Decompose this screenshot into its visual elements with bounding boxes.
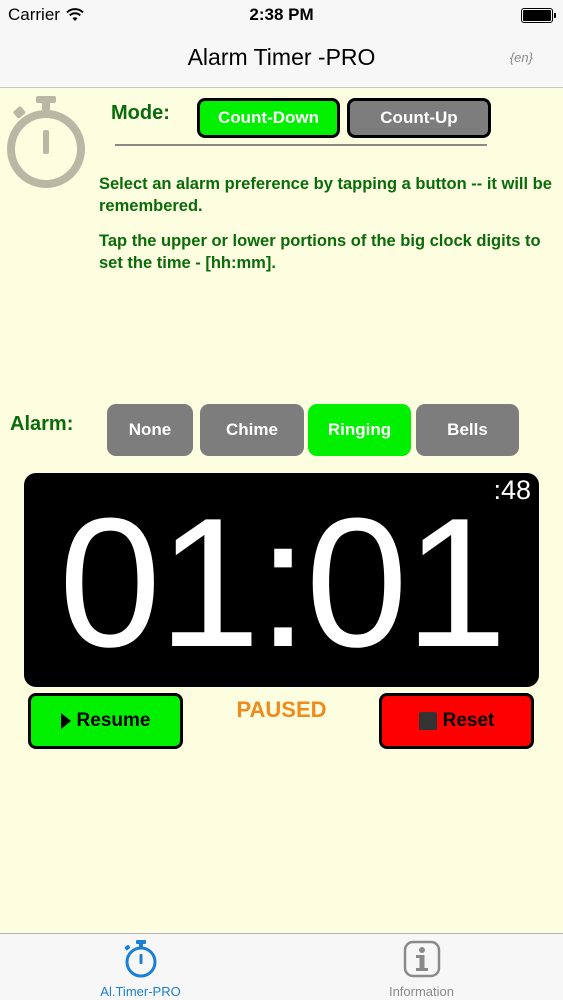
instruction-set-time: Tap the upper or lower portions of the b… bbox=[99, 232, 541, 272]
status-time: 2:38 PM bbox=[249, 5, 314, 24]
navigation-bar: Alarm Timer -PRO {en} bbox=[0, 30, 563, 88]
tab-bar: Al.Timer-PRO Information bbox=[0, 933, 563, 1000]
alarm-chime-button[interactable]: Chime bbox=[200, 404, 304, 456]
reset-label: Reset bbox=[442, 710, 495, 731]
tab-information[interactable]: Information bbox=[281, 934, 562, 1000]
count-down-button[interactable]: Count-Down bbox=[197, 98, 340, 138]
alarm-ringing-button[interactable]: Ringing bbox=[308, 404, 411, 456]
mode-divider bbox=[115, 144, 487, 146]
page-title: Alarm Timer -PRO bbox=[187, 44, 376, 70]
play-icon bbox=[60, 713, 71, 729]
tab-timer[interactable]: Al.Timer-PRO bbox=[0, 934, 281, 1000]
instruction-alarm-preference: Select an alarm preference by tapping a … bbox=[99, 175, 552, 215]
alarm-none-button[interactable]: None bbox=[107, 404, 193, 456]
status-bar: Carrier 2:38 PM bbox=[0, 0, 563, 30]
timer-status: PAUSED bbox=[236, 697, 327, 722]
mode-label: Mode: bbox=[111, 102, 170, 124]
info-icon bbox=[403, 940, 440, 978]
count-up-button[interactable]: Count-Up bbox=[347, 98, 491, 138]
clock-display[interactable]: :48 01:01 bbox=[24, 473, 539, 687]
alarm-label: Alarm: bbox=[10, 413, 74, 435]
resume-label: Resume bbox=[76, 710, 151, 731]
stopwatch-icon bbox=[124, 940, 156, 978]
clock-digits[interactable]: 01:01 bbox=[24, 477, 539, 687]
tab-information-label: Information bbox=[388, 984, 455, 999]
battery-icon bbox=[521, 8, 556, 23]
stopwatch-icon bbox=[7, 96, 85, 188]
stop-icon bbox=[418, 712, 437, 730]
alarm-bells-button[interactable]: Bells bbox=[416, 404, 519, 456]
tab-timer-label: Al.Timer-PRO bbox=[100, 984, 181, 999]
resume-button[interactable]: Resume bbox=[28, 693, 183, 749]
reset-button[interactable]: Reset bbox=[379, 693, 534, 749]
language-indicator[interactable]: {en} bbox=[510, 50, 533, 65]
